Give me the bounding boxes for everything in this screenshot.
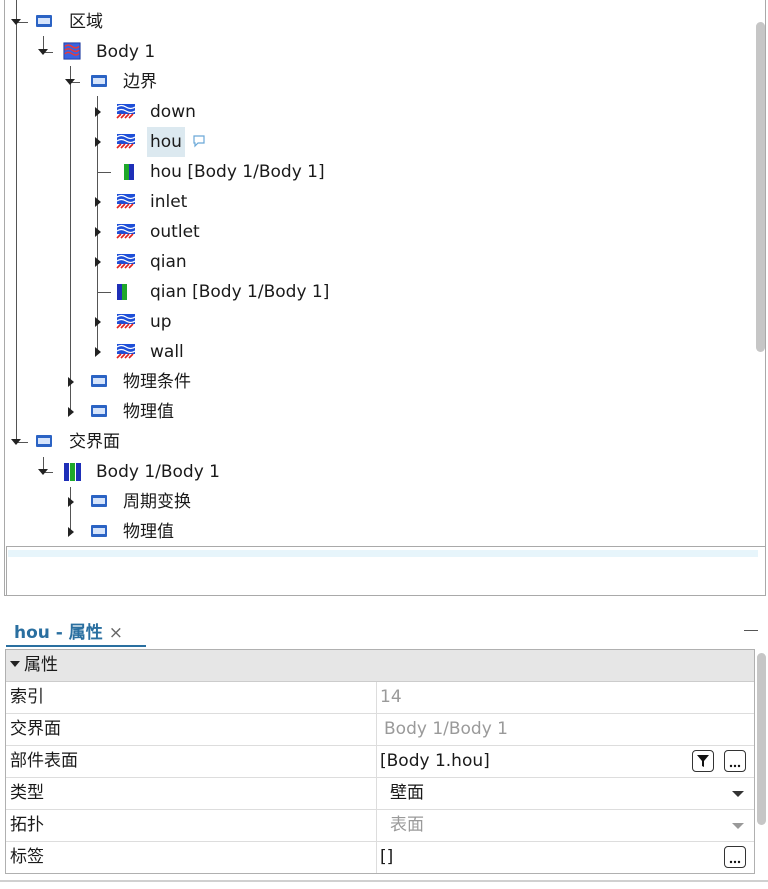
expand-toggle[interactable] [95,137,101,147]
folder-icon [91,375,107,387]
filter-button[interactable] [692,750,714,772]
expand-toggle[interactable] [11,439,21,445]
properties-tab[interactable]: hou - 属性 × [14,618,123,643]
properties-table: 属性 索引 14 交界面 Body 1/Body 1 部件表面 [Body 1.… [5,649,755,874]
tree-node-physics-conditions[interactable]: 物理条件 [120,367,194,397]
expand-toggle[interactable] [95,227,101,237]
chevron-down-icon [732,823,744,829]
tree-node-hou-interface[interactable]: hou [Body 1/Body 1] [147,157,328,187]
expand-toggle[interactable] [68,527,74,537]
folder-icon [91,525,107,537]
tree-node-region[interactable]: 区域 [66,7,106,37]
tree-node-up[interactable]: up [147,307,175,337]
expand-toggle[interactable] [68,497,74,507]
property-value[interactable]: [Body 1.hou] [380,746,490,777]
property-row[interactable]: 索引 14 [6,682,754,714]
tree-line [97,292,111,293]
tree-node-physics-values[interactable]: 物理值 [120,397,177,427]
tree-line [97,96,98,352]
tree-node-boundaries[interactable]: 边界 [120,67,160,97]
property-key: 交界面 [10,719,61,739]
property-key: 类型 [10,783,44,803]
properties-scrollbar[interactable] [757,653,766,825]
expand-toggle[interactable] [95,197,101,207]
expand-toggle[interactable] [38,49,48,55]
tree-node-down[interactable]: down [147,97,199,127]
topology-select: 表面 [390,815,424,835]
boundary-icon [116,344,136,359]
expand-toggle[interactable] [38,469,48,475]
property-row[interactable]: 部件表面 [Body 1.hou] [6,746,754,778]
expand-toggle[interactable] [95,347,101,357]
property-row[interactable]: 拓扑 表面 [6,810,754,842]
tree-line [16,0,17,443]
folder-icon [36,435,52,447]
tree-line [70,66,71,412]
expand-toggle[interactable] [68,377,74,387]
boundary-icon [116,104,136,119]
property-value: 14 [380,687,402,707]
folder-icon [91,495,107,507]
boundary-icon [116,314,136,329]
ellipsis-button[interactable] [724,846,746,868]
tree-node-interfaces[interactable]: 交界面 [66,427,123,457]
expand-toggle[interactable] [11,19,21,25]
property-row[interactable]: 类型 壁面 [6,778,754,810]
ellipsis-icon [729,764,741,768]
tree-node-body1-body1[interactable]: Body 1/Body 1 [93,457,223,487]
tree-node-outlet[interactable]: outlet [147,217,203,247]
ellipsis-button[interactable] [724,750,746,772]
boundary-icon [116,254,136,269]
divider [0,880,768,882]
tree-node-hou[interactable]: hou [147,127,185,157]
simulation-tree-panel: 区域 Body 1 边界 down hou hou [Body 1/Body 1… [0,0,768,600]
region-body-icon [63,42,81,60]
property-key: 部件表面 [10,751,78,771]
boundary-icon [116,194,136,209]
close-icon[interactable]: × [109,623,123,643]
tree-line [97,172,111,173]
section-label: 属性 [24,655,58,675]
tree-node-physics-values-2[interactable]: 物理值 [120,517,177,547]
collapse-toggle[interactable] [10,661,20,667]
tree-node-qian-interface[interactable]: qian [Body 1/Body 1] [147,277,332,307]
comment-icon[interactable] [192,134,206,148]
tree-node-body-1[interactable]: Body 1 [93,37,158,67]
tree-node-qian[interactable]: qian [147,247,190,277]
interface-icon [117,284,127,300]
filter-icon [697,755,709,767]
tab-underline [6,645,146,647]
boundary-icon [116,134,136,149]
property-value: Body 1/Body 1 [384,719,508,739]
tree-scrollbar[interactable] [756,22,765,352]
expand-toggle[interactable] [95,107,101,117]
tree-node-inlet[interactable]: inlet [147,187,190,217]
property-key: 索引 [10,687,44,707]
interface-icon [64,463,81,481]
property-key: 拓扑 [10,815,44,835]
expand-toggle[interactable] [95,317,101,327]
property-row[interactable]: 标签 [] [6,842,754,873]
tree-node-wall[interactable]: wall [147,337,187,367]
ellipsis-icon [729,860,741,864]
folder-icon [91,75,107,87]
interface-icon [124,164,134,180]
expand-toggle[interactable] [68,407,74,417]
folder-icon [91,405,107,417]
folder-icon [36,15,52,27]
highlight-strip [8,550,758,557]
boundary-icon [116,224,136,239]
type-select[interactable]: 壁面 [390,778,424,809]
properties-tab-title[interactable]: hou - 属性 [14,623,103,643]
minimize-icon[interactable] [744,630,758,631]
tree-node-periodic-transform[interactable]: 周期变换 [120,487,194,517]
chevron-down-icon[interactable] [732,791,744,797]
expand-toggle[interactable] [95,257,101,267]
property-row[interactable]: 交界面 Body 1/Body 1 [6,714,754,746]
tree-status-box [6,546,766,596]
expand-toggle[interactable] [65,79,75,85]
property-value[interactable]: [] [380,842,393,873]
properties-section-header[interactable]: 属性 [6,650,754,682]
property-key: 标签 [10,847,44,867]
